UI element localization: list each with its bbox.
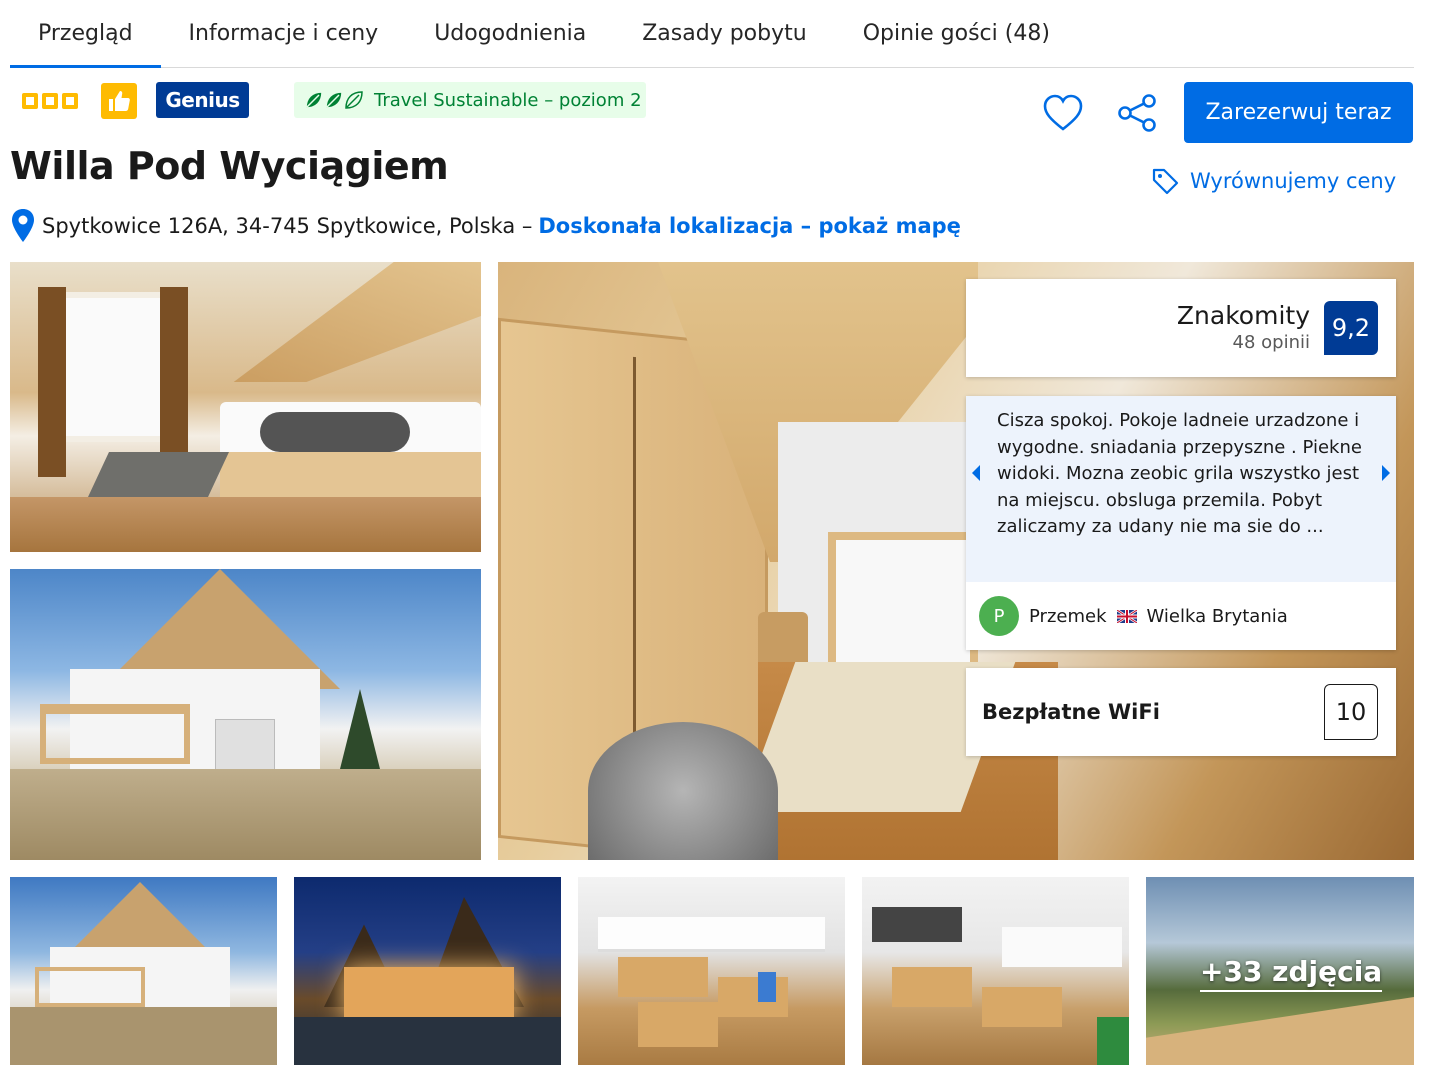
featured-review-card: Cisza spokoj. Pokoje ladneie urzadzone i… — [966, 396, 1396, 650]
star-icon — [62, 93, 78, 109]
photo-thumb-breakfast-room[interactable] — [578, 877, 845, 1065]
leaf-icon — [304, 90, 366, 110]
reviewer-name: Przemek — [1029, 605, 1107, 627]
address-line: Spytkowice 126A, 34-745 Spytkowice, Pols… — [10, 208, 961, 244]
star-rating — [22, 93, 78, 109]
tab-guest-reviews[interactable]: Opinie gości (48) — [835, 0, 1078, 67]
star-icon — [22, 93, 38, 109]
score-word: Znakomity — [1176, 301, 1310, 330]
location-pin-icon — [12, 209, 34, 242]
tab-bar: Przegląd Informacje i ceny Udogodnienia … — [10, 0, 1414, 68]
tab-facilities[interactable]: Udogodnienia — [406, 0, 614, 67]
photo-house-exterior[interactable] — [10, 569, 481, 860]
heart-icon[interactable] — [1042, 93, 1084, 133]
travel-sustainable-label: Travel Sustainable – poziom 2 — [374, 89, 642, 111]
score-badge: 9,2 — [1324, 301, 1378, 355]
review-count: 48 opinii — [1232, 332, 1310, 353]
photo-bedroom-window[interactable] — [10, 262, 481, 552]
more-photos-link[interactable]: +33 zdjęcia — [1200, 955, 1383, 992]
thumbs-up-icon[interactable] — [101, 83, 137, 119]
price-tag-icon — [1152, 168, 1179, 195]
photo-thumb-house[interactable] — [10, 877, 277, 1065]
review-score-card[interactable]: Znakomity 48 opinii 9,2 — [966, 279, 1396, 377]
photo-thumb-dining-room[interactable] — [862, 877, 1129, 1065]
book-now-button[interactable]: Zarezerwuj teraz — [1184, 82, 1413, 143]
review-author: P Przemek Wielka Brytania — [979, 596, 1288, 636]
price-match-link[interactable]: Wyrównujemy ceny — [1150, 166, 1396, 196]
address-text: Spytkowice 126A, 34-745 Spytkowice, Pols… — [42, 214, 533, 238]
facility-score-badge: 10 — [1324, 684, 1378, 740]
genius-badge[interactable]: Genius — [156, 82, 249, 118]
reviewer-country: Wielka Brytania — [1146, 605, 1288, 627]
avatar: P — [979, 596, 1019, 636]
score-summary: Znakomity 48 opinii — [1177, 301, 1310, 353]
property-title: Willa Pod Wyciągiem — [10, 144, 449, 188]
next-review-arrow-icon[interactable] — [1376, 458, 1396, 488]
star-icon — [42, 93, 58, 109]
share-icon[interactable] — [1116, 93, 1160, 133]
tab-overview[interactable]: Przegląd — [10, 0, 161, 68]
photo-thumb-house-night[interactable] — [294, 877, 561, 1065]
uk-flag-icon — [1116, 609, 1137, 623]
previous-review-arrow-icon[interactable] — [966, 458, 986, 488]
tab-house-rules[interactable]: Zasady pobytu — [614, 0, 834, 67]
tab-info-prices[interactable]: Informacje i ceny — [161, 0, 407, 67]
show-map-link[interactable]: Doskonała lokalizacja – pokaż mapę — [538, 214, 961, 238]
review-quote[interactable]: Cisza spokoj. Pokoje ladneie urzadzone i… — [966, 396, 1396, 582]
facility-label: Bezpłatne WiFi — [982, 700, 1160, 724]
price-match-label: Wyrównujemy ceny — [1190, 169, 1397, 193]
facility-score-card: Bezpłatne WiFi 10 — [966, 668, 1396, 756]
travel-sustainable-badge[interactable]: Travel Sustainable – poziom 2 — [294, 82, 646, 118]
